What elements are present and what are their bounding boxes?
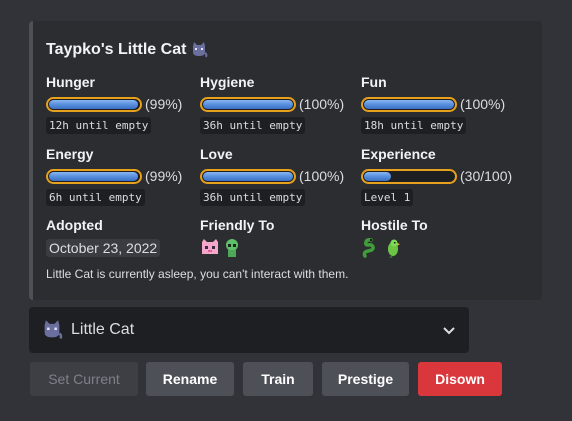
stat-name: Love — [200, 146, 233, 162]
friendly-field: Friendly To — [200, 217, 274, 258]
set-current-button[interactable]: Set Current — [30, 362, 138, 396]
stat-percent: (100%) — [299, 168, 345, 184]
stat-bar-fill — [203, 99, 293, 109]
stat-bar-fill — [364, 99, 454, 109]
stat-percent: (99%) — [145, 96, 183, 112]
stat-experience: Experience (30/100) Level 1 — [361, 146, 512, 206]
stat-bar — [46, 96, 142, 112]
stat-fun: Fun (100%) 18h until empty — [361, 74, 505, 134]
stat-hunger: Hunger (99%) 12h until empty — [46, 74, 182, 134]
adopted-label: Adopted — [46, 217, 103, 233]
green-alien-icon — [226, 239, 238, 257]
stat-love: Love (100%) 36h until empty — [200, 146, 344, 206]
pet-select-value: Little Cat — [71, 321, 135, 338]
pet-select[interactable]: Little Cat — [29, 307, 469, 353]
stat-note: 18h until empty — [361, 117, 467, 134]
stat-bar — [200, 168, 296, 184]
stat-hygiene: Hygiene (100%) 36h until empty — [200, 74, 344, 134]
pink-cat-icon — [202, 239, 218, 254]
hostile-label: Hostile To — [361, 217, 428, 233]
stat-note: 6h until empty — [46, 189, 145, 206]
disown-button[interactable]: Disown — [418, 362, 502, 396]
stat-percent: (99%) — [145, 168, 183, 184]
embed-title-text: Taypko's Little Cat — [46, 41, 187, 58]
hostile-field: Hostile To — [361, 217, 428, 258]
stat-name: Experience — [361, 146, 436, 162]
stat-bar — [200, 96, 296, 112]
stat-name: Hygiene — [200, 74, 255, 90]
stat-bar — [361, 168, 457, 184]
adopted-date: October 23, 2022 — [46, 239, 161, 257]
embed-title: Taypko's Little Cat — [46, 41, 208, 59]
stat-bar — [46, 168, 142, 184]
snake-icon — [362, 238, 375, 258]
stat-name: Energy — [46, 146, 94, 162]
stat-note: 12h until empty — [46, 117, 152, 134]
stat-percent: (100%) — [460, 96, 506, 112]
stat-percent: (100%) — [299, 96, 345, 112]
chevron-down-icon[interactable] — [441, 322, 457, 338]
stat-bar-fill — [49, 171, 138, 181]
prestige-button[interactable]: Prestige — [322, 362, 409, 396]
cat-icon — [44, 320, 63, 339]
stat-bar-fill — [364, 171, 391, 181]
stat-note: 36h until empty — [200, 189, 306, 206]
train-button[interactable]: Train — [243, 362, 313, 396]
adopted-field: Adopted October 23, 2022 — [46, 217, 161, 258]
stat-bar — [361, 96, 457, 112]
stat-name: Hunger — [46, 74, 95, 90]
status-message: Little Cat is currently asleep, you can'… — [46, 267, 349, 281]
stat-name: Fun — [361, 74, 387, 90]
parrot-icon — [388, 239, 400, 258]
stat-bar-fill — [49, 99, 138, 109]
stat-note: Level 1 — [361, 189, 414, 206]
friendly-label: Friendly To — [200, 217, 275, 233]
pet-embed: Taypko's Little Cat Hunger (99%) 12h unt… — [29, 21, 542, 300]
rename-button[interactable]: Rename — [146, 362, 234, 396]
stat-bar-fill — [203, 171, 293, 181]
cat-icon — [193, 42, 208, 58]
stat-percent: (30/100) — [460, 168, 513, 184]
stat-energy: Energy (99%) 6h until empty — [46, 146, 182, 206]
stat-note: 36h until empty — [200, 117, 306, 134]
